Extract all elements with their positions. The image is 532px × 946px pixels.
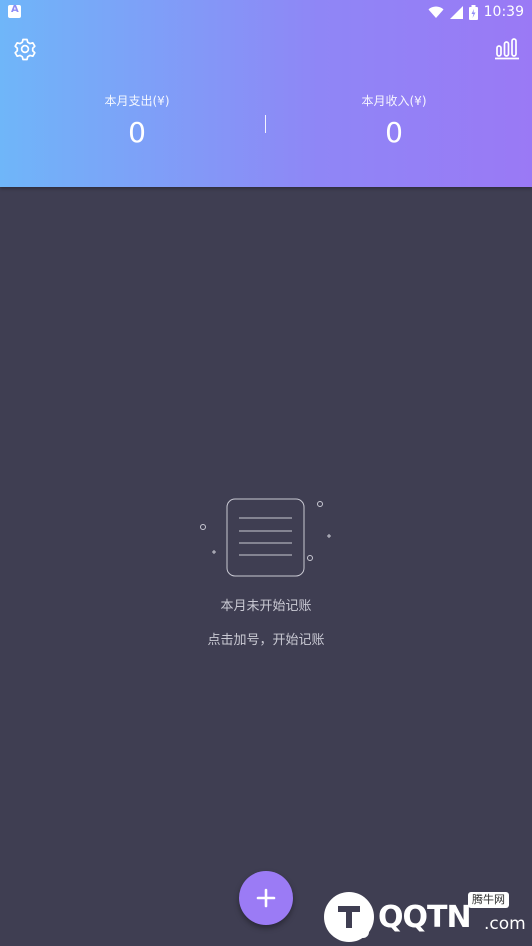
watermark: QQTN .com 腾牛网	[320, 888, 528, 944]
empty-state-title: 本月未开始记账	[220, 599, 312, 614]
empty-state-hint: 点击加号，开始记账	[207, 633, 325, 648]
monthly-income: 本月收入(¥) 0	[294, 92, 494, 150]
settings-button[interactable]	[11, 35, 39, 63]
expense-label: 本月支出(¥)	[104, 94, 170, 108]
watermark-logo-icon	[324, 892, 374, 942]
status-icons: 10:39	[428, 2, 524, 22]
battery-icon	[468, 4, 478, 20]
monthly-expense: 本月支出(¥) 0	[37, 92, 237, 150]
watermark-text: QQTN	[378, 900, 472, 935]
signal-icon	[449, 5, 463, 19]
wifi-icon	[428, 6, 444, 18]
bar-chart-icon	[495, 38, 519, 60]
empty-ledger-icon	[196, 494, 336, 584]
statistics-button[interactable]	[493, 35, 521, 63]
income-value: 0	[385, 116, 403, 149]
summary-divider	[265, 115, 266, 133]
status-bar: 10:39	[0, 0, 532, 24]
watermark-tag: 腾牛网	[468, 892, 509, 908]
status-time: 10:39	[483, 4, 524, 20]
plus-icon	[256, 888, 276, 908]
gear-icon	[14, 38, 36, 61]
notification-a-icon	[8, 4, 21, 18]
header: 10:39 本月支出(¥) 0 本月收入(¥) 0	[0, 0, 532, 187]
income-label: 本月收入(¥)	[361, 94, 427, 108]
expense-value: 0	[128, 116, 146, 149]
watermark-suffix: .com	[484, 914, 526, 934]
add-record-button[interactable]	[239, 871, 293, 925]
